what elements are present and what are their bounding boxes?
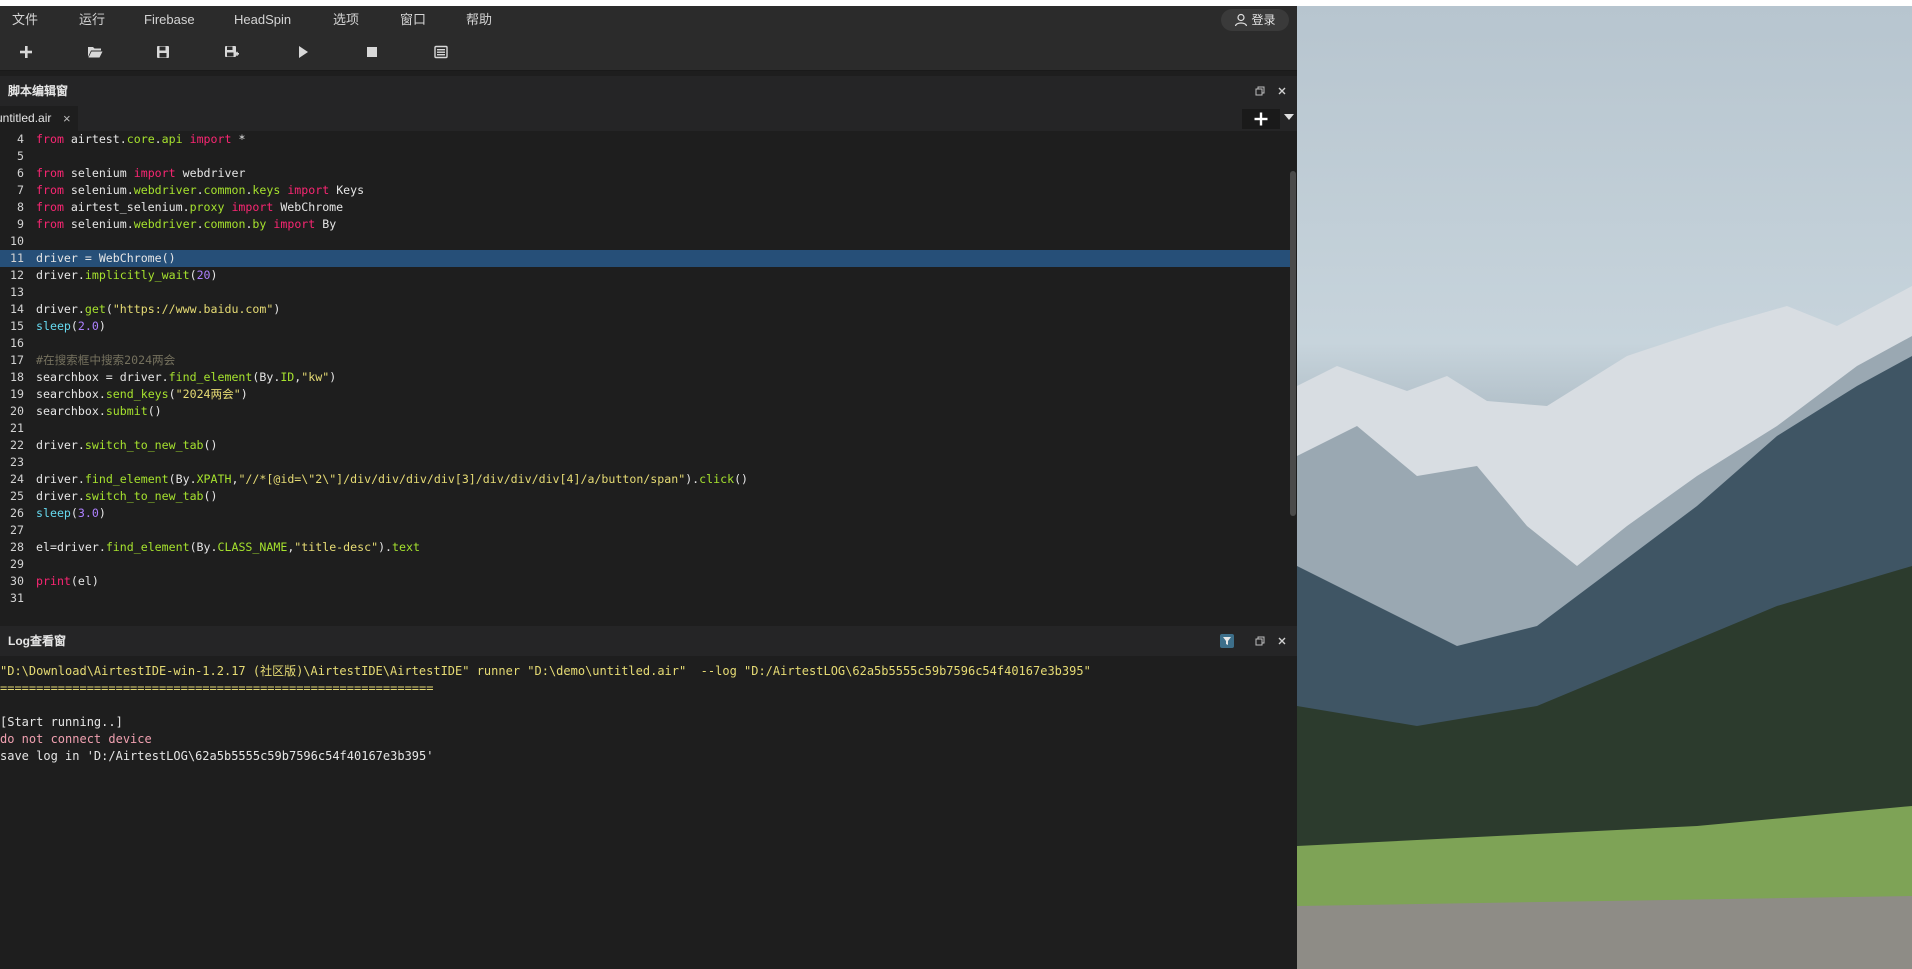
code-line: 5 [17, 149, 24, 163]
mountain-landscape-image [1297, 286, 1912, 969]
float-panel-icon[interactable] [1254, 635, 1266, 647]
code-line: 19 searchbox.send_keys("2024两会") [10, 387, 248, 401]
log-line: ========================================… [0, 681, 434, 695]
save-icon[interactable] [153, 42, 173, 62]
log-panel-header: Log查看窗 [0, 626, 1297, 656]
editor-scrollbar[interactable] [1290, 171, 1296, 516]
add-tab-button[interactable] [1242, 109, 1280, 129]
code-line: 17 #在搜索框中搜索2024两会 [10, 353, 176, 367]
login-label: 登录 [1251, 13, 1276, 27]
log-line: [Start running..] [0, 715, 123, 729]
code-line: 18 searchbox = driver.find_element(By.ID,… [10, 370, 337, 384]
close-panel-icon[interactable] [1276, 635, 1288, 647]
code-line: 9 from selenium.webdriver.common.by impor… [17, 217, 337, 231]
menu-run[interactable]: 运行 [79, 6, 105, 34]
log-line: do not connect device [0, 732, 152, 746]
code-line: 12 driver.implicitly_wait(20) [10, 268, 218, 282]
open-folder-icon[interactable] [85, 42, 105, 62]
code-line: 27 [10, 523, 24, 537]
code-line: 25 driver.switch_to_new_tab() [10, 489, 218, 503]
code-line: 20 searchbox.submit() [10, 404, 162, 418]
code-line: 23 [10, 455, 24, 469]
log-line: save log in 'D:/AirtestLOG\62a5b5555c59b… [0, 749, 434, 763]
stop-icon[interactable] [362, 42, 382, 62]
code-line: 22 driver.switch_to_new_tab() [10, 438, 218, 452]
menu-options[interactable]: 选项 [333, 6, 359, 34]
code-line-selected: 11 driver = WebChrome() [0, 250, 1290, 267]
code-line: 7 from selenium.webdriver.common.keys imp… [17, 183, 365, 197]
code-line: 30 print(el) [10, 574, 99, 588]
script-editor-header: 脚本编辑窗 [0, 76, 1297, 106]
code-line: 4 from airtest.core.api import * [17, 132, 246, 146]
log-output[interactable]: "D:\Download\AirtestIDE-win-1.2.17 (社区版)… [0, 659, 1297, 969]
save-as-icon[interactable] [222, 42, 242, 62]
code-line: 29 [10, 557, 24, 571]
menu-firebase[interactable]: Firebase [144, 6, 195, 34]
login-button[interactable]: 登录 [1221, 9, 1289, 31]
airtest-ide-window: 文件 运行 Firebase HeadSpin 选项 窗口 帮助 登录 脚本编辑… [0, 6, 1297, 969]
plus-icon [1254, 112, 1268, 126]
tab-untitled-air[interactable]: untitled.air × [0, 106, 78, 131]
code-line: 16 [10, 336, 24, 350]
close-panel-icon[interactable] [1276, 85, 1288, 97]
code-line: 26 sleep(3.0) [10, 506, 106, 520]
log-icon[interactable] [431, 42, 451, 62]
code-line: 14 driver.get("https://www.baidu.com") [10, 302, 281, 316]
script-editor-title: 脚本编辑窗 [8, 84, 69, 98]
menu-window[interactable]: 窗口 [400, 6, 426, 34]
float-panel-icon[interactable] [1254, 85, 1266, 97]
log-panel-title: Log查看窗 [8, 634, 66, 648]
close-icon[interactable]: × [63, 106, 75, 131]
code-line: 10 [10, 234, 24, 248]
desktop-wallpaper [1297, 6, 1912, 969]
new-file-icon[interactable] [16, 42, 36, 62]
menu-bar: 文件 运行 Firebase HeadSpin 选项 窗口 帮助 登录 [0, 6, 1297, 34]
toolbar [0, 34, 1297, 71]
filter-icon[interactable] [1220, 634, 1234, 648]
code-line: 28 el=driver.find_element(By.CLASS_NAME,"… [10, 540, 420, 554]
menu-headspin[interactable]: HeadSpin [234, 6, 291, 34]
editor-tab-bar: untitled.air × [0, 106, 1297, 131]
chevron-down-icon[interactable] [1284, 114, 1294, 120]
code-line: 13 [10, 285, 24, 299]
log-line: "D:\Download\AirtestIDE-win-1.2.17 (社区版)… [0, 664, 1091, 678]
menu-file[interactable]: 文件 [12, 6, 38, 34]
menu-help[interactable]: 帮助 [466, 6, 492, 34]
code-line: 31 [10, 591, 24, 605]
code-editor[interactable]: 4 from airtest.core.api import * 5 6 from … [0, 131, 1297, 621]
tab-label: untitled.air [0, 111, 52, 125]
code-line: 21 [10, 421, 24, 435]
code-line: 8 from airtest_selenium.proxy import WebC… [17, 200, 344, 214]
code-line: 6 from selenium import webdriver [17, 166, 246, 180]
user-icon [1235, 13, 1248, 27]
run-icon[interactable] [293, 42, 313, 62]
code-line: 15 sleep(2.0) [10, 319, 106, 333]
code-line: 24 driver.find_element(By.XPATH,"//*[@id=… [10, 472, 749, 486]
